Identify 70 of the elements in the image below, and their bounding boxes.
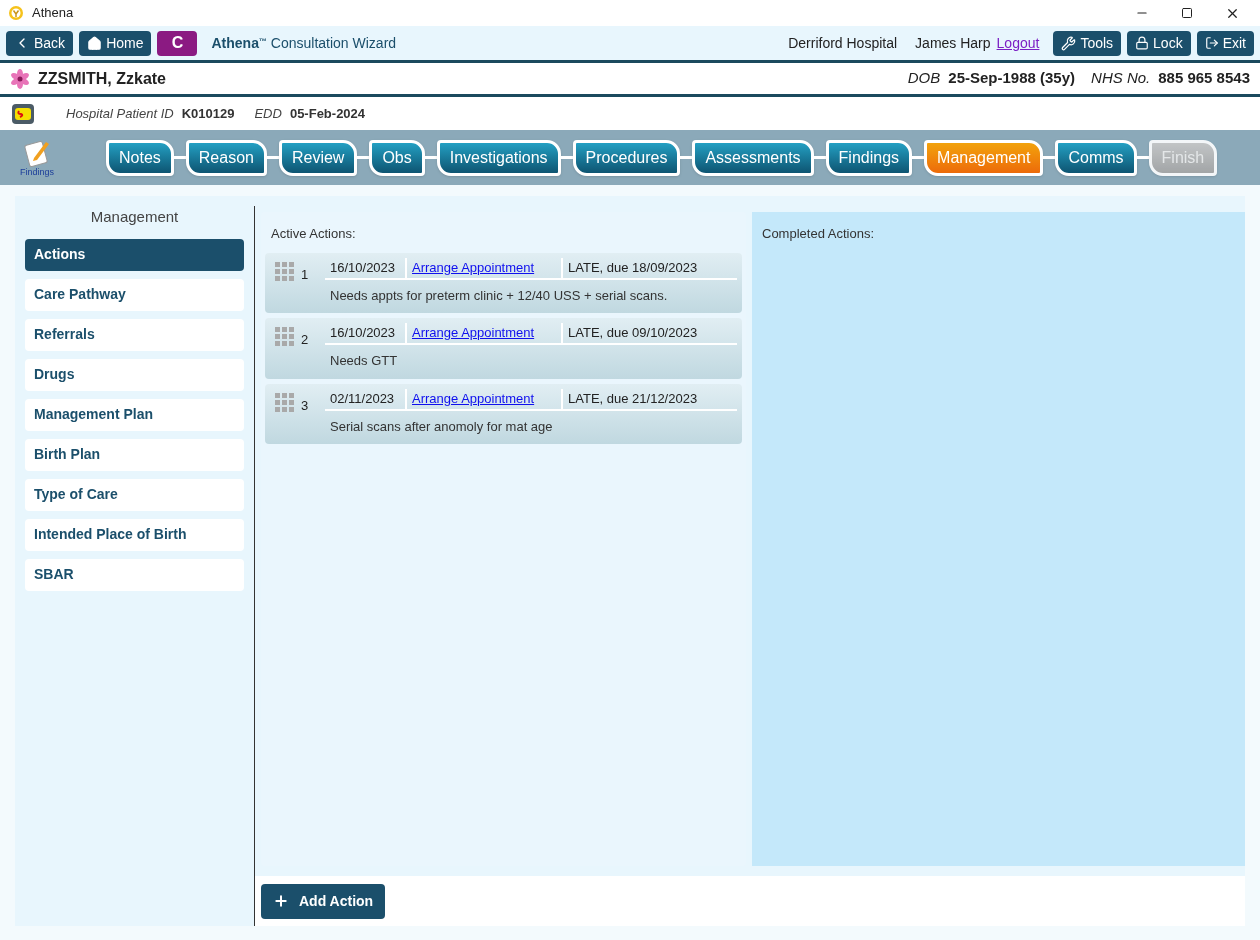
action-type-link[interactable]: Arrange Appointment xyxy=(407,323,563,343)
wrench-icon xyxy=(1061,35,1077,51)
wizard-step[interactable]: Review xyxy=(278,139,358,176)
completed-actions-title: Completed Actions: xyxy=(762,225,875,243)
flower-icon xyxy=(10,68,30,89)
sidebar-item[interactable]: SBAR xyxy=(25,558,244,591)
action-date: 02/11/2023 xyxy=(325,388,407,409)
action-date: 16/10/2023 xyxy=(325,323,407,343)
window-title: Athena xyxy=(32,4,74,23)
app-heading: Athena$^{™}$ Consultation Wizard xyxy=(211,33,397,53)
hospital-id-value: K010129 xyxy=(181,104,235,123)
wizard-step[interactable]: Assessments xyxy=(692,139,814,176)
hospital-name: Derriford Hospital xyxy=(788,33,898,53)
add-action-button[interactable]: Add Action xyxy=(261,883,386,919)
dob-label: DOB xyxy=(907,68,941,89)
back-button[interactable]: Back xyxy=(6,30,74,56)
drag-handle-icon[interactable] xyxy=(275,327,294,346)
wizard-step[interactable]: Investigations xyxy=(436,139,561,176)
alert-logo-icon xyxy=(12,103,34,124)
sidebar-item[interactable]: Intended Place of Birth xyxy=(25,518,244,551)
action-number: 1 xyxy=(301,265,309,284)
action-type-link[interactable]: Arrange Appointment xyxy=(407,388,563,409)
action-note: Serial scans after anomoly for mat age xyxy=(329,417,554,436)
action-number: 2 xyxy=(301,331,309,349)
sidebar-item[interactable]: Drugs xyxy=(25,358,244,391)
patient-name: ZZSMITH, Zzkate xyxy=(38,68,166,89)
action-number: 3 xyxy=(301,396,309,415)
action-due: LATE, due 21/12/2023 xyxy=(567,389,699,408)
notepad-caption: Findings xyxy=(20,168,54,177)
action-note: Needs appts for preterm clinic + 12/40 USS + serial scans. xyxy=(329,286,669,305)
sidebar-item[interactable]: Type of Care xyxy=(25,478,244,511)
app-logo-icon xyxy=(8,5,24,21)
hospital-id-label: Hospital Patient ID xyxy=(66,104,174,123)
tools-button[interactable]: Tools xyxy=(1053,30,1122,56)
sidebar-item[interactable]: Actions xyxy=(25,238,244,271)
sidebar-item[interactable]: Birth Plan xyxy=(25,438,244,471)
nhs-value: 885 965 8543 xyxy=(1158,68,1250,89)
logout-link[interactable]: Logout xyxy=(996,32,1040,54)
c-button[interactable]: C xyxy=(157,30,198,56)
exit-button[interactable]: Exit xyxy=(1196,30,1254,56)
action-due: LATE, due 09/10/2023 xyxy=(567,324,699,342)
wizard-step[interactable]: Reason xyxy=(185,139,267,176)
user-name: James Harp xyxy=(915,33,991,53)
edd-label: EDD xyxy=(254,104,282,123)
sidebar-item[interactable]: Management Plan xyxy=(25,398,244,431)
lock-icon xyxy=(1135,36,1150,50)
plus-icon xyxy=(273,893,289,909)
action-due: LATE, due 18/09/2023 xyxy=(567,258,699,277)
wizard-step[interactable]: Obs xyxy=(369,139,425,176)
drag-handle-icon[interactable] xyxy=(275,261,294,281)
sidebar-title: Management xyxy=(89,207,180,227)
exit-icon xyxy=(1204,36,1219,50)
active-actions-title: Active Actions: xyxy=(270,225,357,243)
action-date: 16/10/2023 xyxy=(325,257,407,278)
lock-button[interactable]: Lock xyxy=(1127,30,1191,56)
sidebar-item[interactable]: Referrals xyxy=(25,318,244,351)
home-icon xyxy=(87,35,103,51)
dob-value: 25-Sep-1988 (35y) xyxy=(948,68,1076,89)
wizard-step[interactable]: Procedures xyxy=(572,139,681,176)
wizard-step[interactable]: Notes xyxy=(106,139,174,176)
wizard-step[interactable]: Findings xyxy=(825,139,913,176)
nhs-label: NHS No. xyxy=(1091,68,1151,89)
edd-value: 05-Feb-2024 xyxy=(289,104,366,123)
sidebar-item[interactable]: Care Pathway xyxy=(25,278,244,311)
action-type-link[interactable]: Arrange Appointment xyxy=(407,257,563,278)
home-button[interactable]: Home xyxy=(79,30,152,56)
wizard-step[interactable]: Comms xyxy=(1055,139,1137,176)
drag-handle-icon[interactable] xyxy=(275,392,294,412)
action-note: Needs GTT xyxy=(329,352,399,370)
maximize-icon[interactable] xyxy=(1181,7,1193,19)
